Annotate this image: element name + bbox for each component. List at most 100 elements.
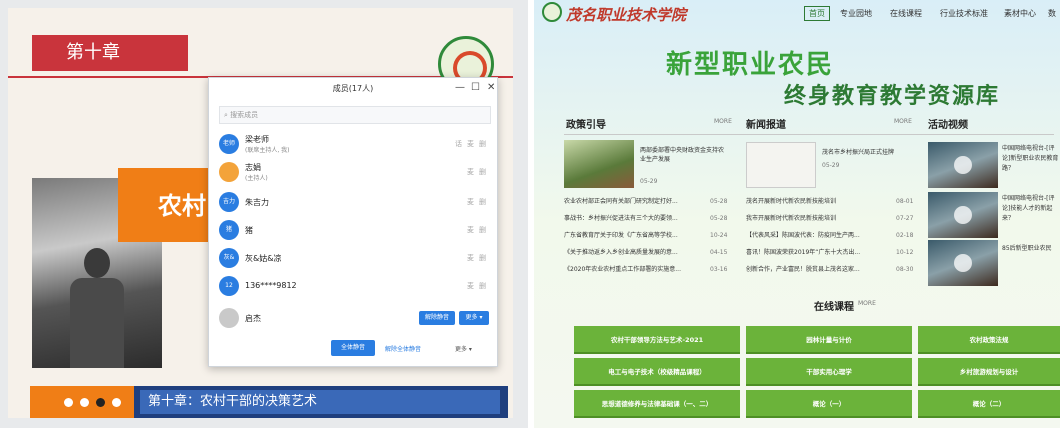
mic-icon[interactable]: 麦 xyxy=(467,225,474,235)
college-logo xyxy=(542,2,562,22)
news-date: 08-01 xyxy=(896,198,914,205)
avatar: 12 xyxy=(219,276,239,296)
mute-all-button[interactable]: 全体静音 xyxy=(331,340,375,356)
course-button[interactable]: 农村干部领导方法与艺术-2021 xyxy=(574,326,740,354)
video-title: 活动视频 xyxy=(928,120,968,131)
right-website: 茂名职业技术学院 首页 专业园地 在线课程 行业技术标准 素材中心 数 新型职业… xyxy=(534,0,1060,428)
member-name: 志娟 xyxy=(245,163,261,172)
member-row[interactable]: 猪 猪 麦 删 xyxy=(219,216,491,244)
nav-home[interactable]: 首页 xyxy=(804,6,830,21)
news-item[interactable]: 我市开展新时代新农民新技能培训 xyxy=(746,214,836,224)
course-button[interactable]: 干部实用心理学 xyxy=(746,358,912,386)
course-button[interactable]: 概论（二） xyxy=(918,390,1060,418)
member-row[interactable]: 志娟 (主持人) 麦 删 xyxy=(219,158,491,186)
policy-date: 10-24 xyxy=(710,232,728,239)
slide-title: 第十章：农村干部的决策艺术 xyxy=(140,390,500,414)
maximize-icon[interactable]: ☐ xyxy=(471,82,480,94)
member-name: 136****9812 xyxy=(245,281,297,290)
dot xyxy=(64,398,73,407)
remove-icon[interactable]: 删 xyxy=(479,253,486,263)
news-feature[interactable]: 茂名市乡村振兴局正式挂牌 xyxy=(822,148,918,157)
mic-icon[interactable]: 麦 xyxy=(467,281,474,291)
dialog-title: 成员(17人) xyxy=(332,84,374,93)
policy-item[interactable]: 《关于推动返乡入乡创业高质量发展的意... xyxy=(564,248,678,258)
course-button[interactable]: 园林计量与计价 xyxy=(746,326,912,354)
policy-thumbnail[interactable] xyxy=(564,140,634,188)
news-item[interactable]: 茂名开展新时代新农民新技能培训 xyxy=(746,197,836,207)
more-button[interactable]: 更多 ▾ xyxy=(459,311,489,325)
policy-feature[interactable]: 两部委部署中央财政资金支持农业生产发展 xyxy=(640,146,724,164)
headline-1: 新型职业农民 xyxy=(666,50,835,80)
news-item[interactable]: 喜讯！陈国波荣获2019年“广东十大杰出... xyxy=(746,248,860,258)
nav-more[interactable]: 数 xyxy=(1048,8,1056,19)
unmute-button[interactable]: 解除静音 xyxy=(419,311,455,325)
member-name: 梁老师 xyxy=(245,135,269,144)
chat-icon[interactable]: 话 xyxy=(455,139,462,149)
remove-icon[interactable]: 删 xyxy=(479,197,486,207)
orange-title: 农村 xyxy=(158,192,206,220)
remove-icon[interactable]: 删 xyxy=(479,167,486,177)
video-title-text[interactable]: 中国网络电视台-[评论]技能人才的新起来？ xyxy=(1002,194,1060,224)
course-button[interactable]: 农村政策法规 xyxy=(918,326,1060,354)
remove-icon[interactable]: 删 xyxy=(479,225,486,235)
news-thumbnail[interactable] xyxy=(746,142,816,188)
left-screenshot: 第十章 农村 第十章：农村干部的决策艺术 成员(17人) — ☐ ✕ ⌕ 搜索成… xyxy=(0,0,528,428)
member-name: 灰&姑&凉 xyxy=(245,254,282,263)
remove-icon[interactable]: 删 xyxy=(479,281,486,291)
course-button[interactable]: 思想道德修养与法律基础课（一、二） xyxy=(574,390,740,418)
policy-date: 03-16 xyxy=(710,266,728,273)
policy-more[interactable]: MORE xyxy=(714,118,732,125)
mic-icon[interactable]: 麦 xyxy=(467,253,474,263)
video-thumbnail[interactable] xyxy=(928,142,998,188)
member-row[interactable]: 吉力 朱吉力 麦 删 xyxy=(219,188,491,216)
nav-courses[interactable]: 在线课程 xyxy=(890,8,922,19)
nav-major[interactable]: 专业园地 xyxy=(840,8,872,19)
brand-name: 茂名职业技术学院 xyxy=(566,6,687,24)
member-role: (联席主持人, 我) xyxy=(245,147,290,154)
headline-2: 终身教育教学资源库 xyxy=(784,84,1001,109)
news-title: 新闻报道 xyxy=(746,120,786,131)
member-row[interactable]: 12 136****9812 麦 删 xyxy=(219,272,491,300)
video-title-text[interactable]: 85后新型职业农民 xyxy=(1002,244,1060,254)
member-name: 启杰 xyxy=(245,314,261,323)
avatar: 灰& xyxy=(219,248,239,268)
news-date: 07-27 xyxy=(896,215,914,222)
news-date: 10-12 xyxy=(896,249,914,256)
member-row[interactable]: 老师 梁老师 (联席主持人, 我) 话 麦 删 xyxy=(219,130,491,158)
policy-date: 05-28 xyxy=(710,198,728,205)
search-input[interactable]: ⌕ 搜索成员 xyxy=(219,106,491,124)
policy-item[interactable]: 《2020年农业农村重点工作部署的实施意... xyxy=(564,265,681,275)
courses-more[interactable]: MORE xyxy=(858,300,876,307)
dot xyxy=(80,398,89,407)
news-item[interactable]: 创新合作，产业富民！脱贫县上茂名这家... xyxy=(746,265,860,275)
video-thumbnail[interactable] xyxy=(928,192,998,238)
video-thumbnail[interactable] xyxy=(928,240,998,286)
section-divider xyxy=(564,134,1054,135)
unmute-all-button[interactable]: 解除全体静音 xyxy=(385,344,421,353)
policy-feature-date: 05-29 xyxy=(640,178,658,185)
remove-icon[interactable]: 删 xyxy=(479,139,486,149)
mic-icon[interactable]: 麦 xyxy=(467,167,474,177)
avatar xyxy=(219,162,239,182)
close-icon[interactable]: ✕ xyxy=(487,82,495,94)
course-button[interactable]: 乡村旅游规划与设计 xyxy=(918,358,1060,386)
member-name: 朱吉力 xyxy=(245,198,269,207)
nav-standards[interactable]: 行业技术标准 xyxy=(940,8,988,19)
policy-item[interactable]: 广东省教育厅关于印发《广东省高等学校... xyxy=(564,231,678,241)
news-more[interactable]: MORE xyxy=(894,118,912,125)
policy-item[interactable]: 事战书：乡村振兴促进法有三个大的要领... xyxy=(564,214,678,224)
nav-materials[interactable]: 素材中心 xyxy=(1004,8,1036,19)
minimize-icon[interactable]: — xyxy=(455,82,465,94)
member-row[interactable]: 启杰 解除静音 更多 ▾ xyxy=(219,304,491,332)
mic-icon[interactable]: 麦 xyxy=(467,139,474,149)
member-row[interactable]: 灰& 灰&姑&凉 麦 删 xyxy=(219,244,491,272)
course-button[interactable]: 概论（一） xyxy=(746,390,912,418)
news-item[interactable]: 【代表风采】陈国波代表：防疫同生产两... xyxy=(746,231,860,241)
more-footer-button[interactable]: 更多 ▾ xyxy=(455,344,472,353)
members-dialog: 成员(17人) — ☐ ✕ ⌕ 搜索成员 老师 梁老师 (联席主持人, 我) 话… xyxy=(208,77,498,367)
video-title-text[interactable]: 中国网络电视台-[评论]新型职业农民教育路？ xyxy=(1002,144,1060,174)
course-button[interactable]: 电工与电子技术（校级精品课程） xyxy=(574,358,740,386)
avatar: 吉力 xyxy=(219,192,239,212)
policy-item[interactable]: 农业农村部正会同有关部门研究制定打好... xyxy=(564,197,678,207)
mic-icon[interactable]: 麦 xyxy=(467,197,474,207)
